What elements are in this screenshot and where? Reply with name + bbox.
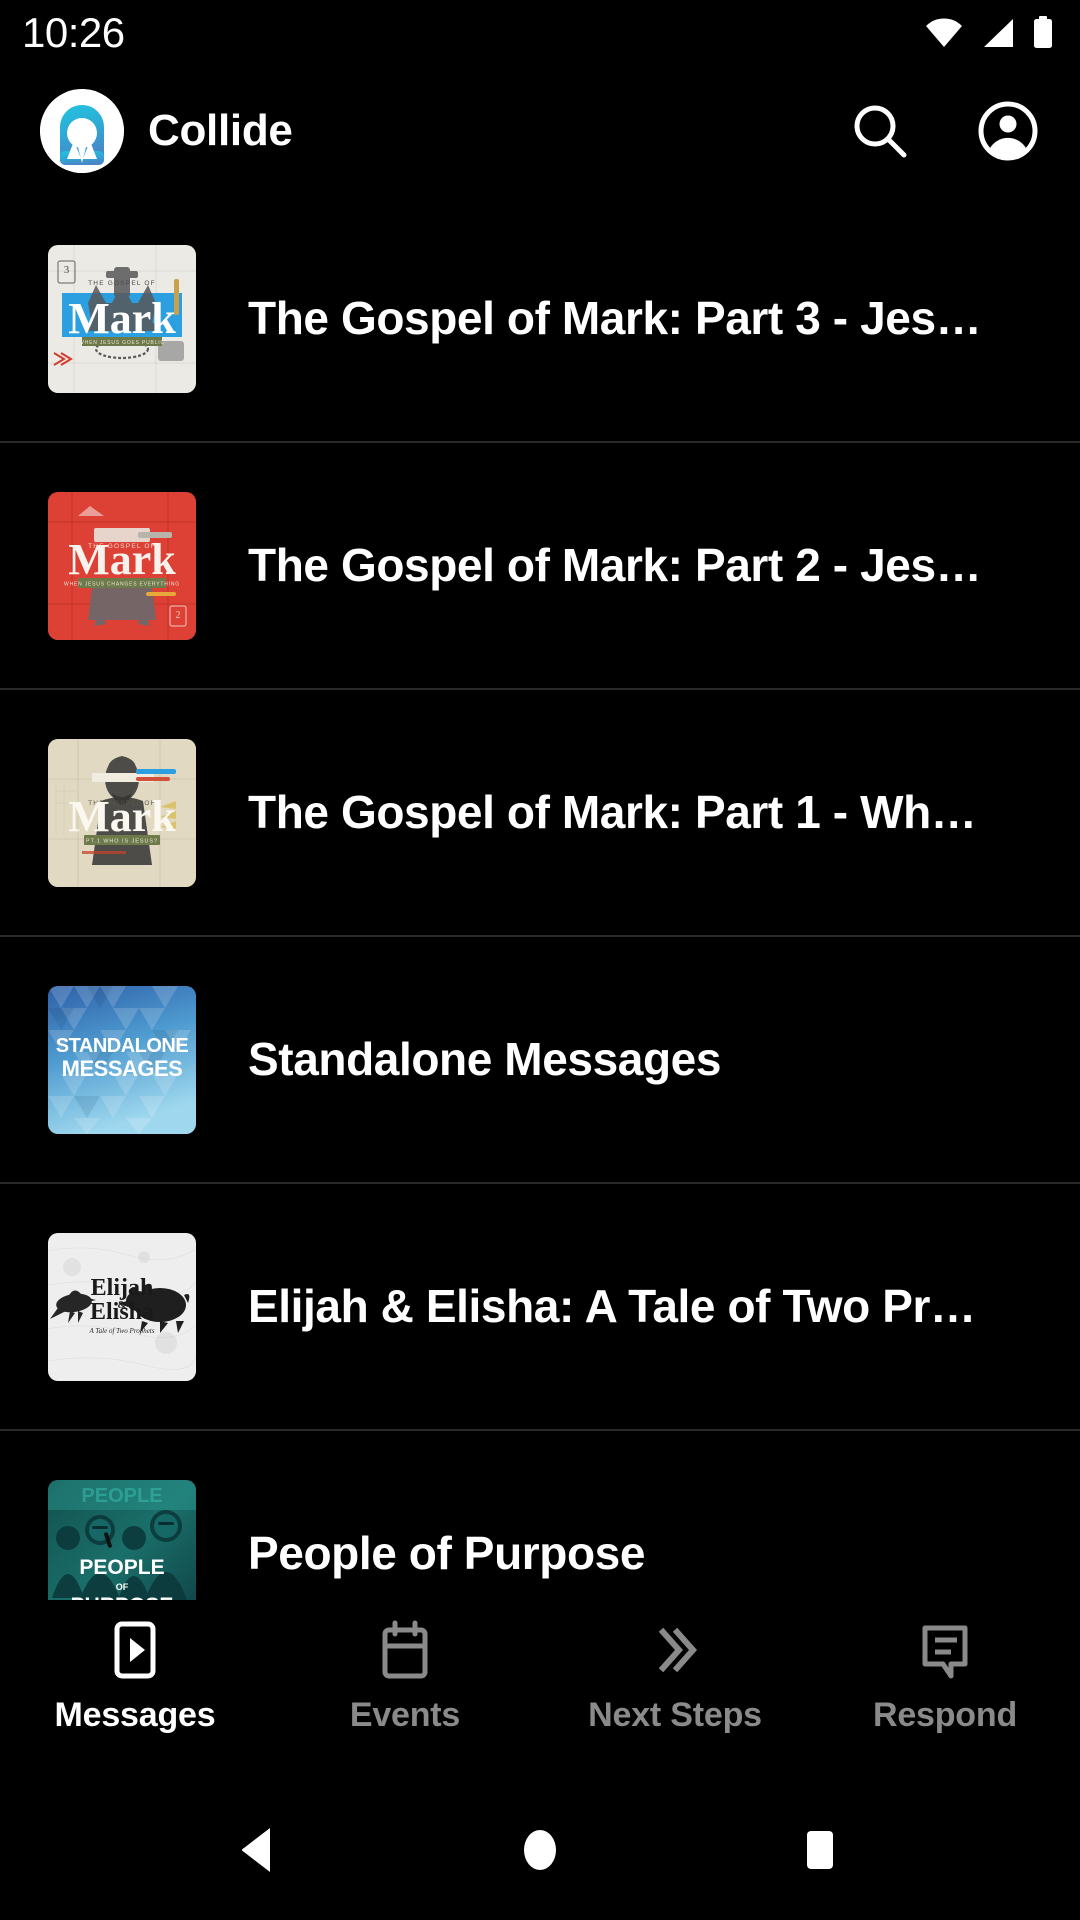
- double-chevron-icon: [647, 1620, 703, 1680]
- people-of-purpose-artwork: PEOPLE PEOPLE OF: [48, 1479, 196, 1600]
- tab-events[interactable]: Events: [270, 1620, 540, 1732]
- recents-button[interactable]: [760, 1805, 880, 1895]
- back-button[interactable]: [200, 1805, 320, 1895]
- status-bar: 10:26: [0, 0, 1080, 66]
- tab-respond-label: Respond: [872, 1696, 1018, 1734]
- app-screen: 10:26 Collide 3 THE GOSPEL OF Mark WHEN …: [0, 0, 1080, 1920]
- list-item[interactable]: 3 THE GOSPEL OF Mark WHEN JESUS GOES PUB…: [0, 196, 1080, 443]
- list-item-title: The Gospel of Mark: Part 3 - Jes…: [248, 292, 982, 345]
- svg-text:WHEN JESUS CHANGES EVERYTHING: WHEN JESUS CHANGES EVERYTHING: [64, 581, 180, 587]
- gospel-of-mark-part-3-artwork: 3 THE GOSPEL OF Mark WHEN JESUS GOES PUB…: [48, 244, 196, 393]
- bottom-navigation: Messages Events Next Steps Respond: [0, 1600, 1080, 1780]
- cellular-signal-icon: [980, 17, 1016, 49]
- list-item[interactable]: PEOPLE PEOPLE OF People of Purpose: [0, 1431, 1080, 1600]
- svg-text:Mark: Mark: [68, 535, 176, 584]
- tab-events-label: Events: [349, 1696, 461, 1734]
- gospel-of-mark-part-2-artwork: THE GOSPEL OF Mark WHEN JESUS CHANGES EV…: [48, 491, 196, 640]
- svg-text:Mark: Mark: [68, 792, 176, 841]
- svg-text:A Tale of Two Prophets: A Tale of Two Prophets: [89, 1327, 155, 1335]
- tab-next-steps-label: Next Steps: [588, 1696, 762, 1734]
- tab-respond[interactable]: Respond: [810, 1620, 1080, 1732]
- battery-icon: [1032, 16, 1054, 50]
- svg-text:Mark: Mark: [68, 294, 176, 343]
- list-item-title: The Gospel of Mark: Part 2 - Jes…: [248, 539, 982, 592]
- svg-text:Elijah: Elijah: [91, 1275, 154, 1301]
- brand: Collide: [40, 89, 844, 173]
- svg-text:&: &: [117, 1299, 126, 1311]
- tab-next-steps[interactable]: Next Steps: [540, 1620, 810, 1732]
- square-recents-icon: [796, 1824, 844, 1876]
- svg-text:MESSAGES: MESSAGES: [62, 1056, 183, 1081]
- gospel-of-mark-part-1-artwork: THE GOSPEL OF Mark PT.1 WHO IS JESUS?: [48, 738, 196, 887]
- search-button[interactable]: [844, 95, 916, 167]
- account-circle-icon: [977, 100, 1039, 162]
- android-system-nav: [0, 1780, 1080, 1920]
- triangle-back-icon: [236, 1824, 284, 1876]
- svg-text:STANDALONE: STANDALONE: [56, 1035, 189, 1057]
- svg-text:PT.1 WHO IS JESUS?: PT.1 WHO IS JESUS?: [86, 838, 158, 844]
- svg-text:THE GOSPEL OF: THE GOSPEL OF: [88, 280, 156, 287]
- search-icon: [849, 100, 911, 162]
- standalone-messages-artwork: STANDALONE MESSAGES: [48, 985, 196, 1134]
- svg-text:PEOPLE: PEOPLE: [81, 1485, 162, 1507]
- tab-messages[interactable]: Messages: [0, 1620, 270, 1732]
- svg-text:3: 3: [64, 264, 70, 276]
- svg-text:WHEN JESUS GOES PUBLIC: WHEN JESUS GOES PUBLIC: [79, 340, 165, 346]
- app-header: Collide: [0, 66, 1080, 196]
- circle-home-icon: [516, 1824, 564, 1876]
- page-title: Collide: [148, 106, 293, 155]
- list-item[interactable]: STANDALONE MESSAGES Standalone Messages: [0, 937, 1080, 1184]
- list-item[interactable]: THE GOSPEL OF Mark PT.1 WHO IS JESUS? Th…: [0, 690, 1080, 937]
- calendar-icon: [377, 1620, 433, 1680]
- collide-logo-icon: [40, 89, 124, 173]
- list-item-title: Elijah & Elisha: A Tale of Two Pr…: [248, 1280, 976, 1333]
- list-item-title: People of Purpose: [248, 1527, 646, 1580]
- list-item[interactable]: THE GOSPEL OF Mark WHEN JESUS CHANGES EV…: [0, 443, 1080, 690]
- chat-bubble-icon: [917, 1620, 973, 1680]
- list-item-title: Standalone Messages: [248, 1033, 722, 1086]
- home-button[interactable]: [480, 1805, 600, 1895]
- status-bar-icons: [924, 16, 1054, 50]
- status-clock: 10:26: [22, 9, 125, 56]
- elijah-and-elisha-artwork: Elijah Elisha & A Tale of Two Prophets: [48, 1232, 196, 1381]
- svg-text:2: 2: [176, 610, 181, 621]
- series-list[interactable]: 3 THE GOSPEL OF Mark WHEN JESUS GOES PUB…: [0, 196, 1080, 1600]
- messages-play-icon: [107, 1620, 163, 1680]
- list-item[interactable]: Elijah Elisha & A Tale of Two Prophets E…: [0, 1184, 1080, 1431]
- svg-text:PEOPLE: PEOPLE: [79, 1556, 164, 1579]
- wifi-icon: [924, 17, 964, 49]
- header-actions: [844, 95, 1044, 167]
- svg-text:OF: OF: [116, 1582, 129, 1592]
- tab-messages-label: Messages: [54, 1696, 216, 1734]
- account-button[interactable]: [972, 95, 1044, 167]
- list-item-title: The Gospel of Mark: Part 1 - Wh…: [248, 786, 977, 839]
